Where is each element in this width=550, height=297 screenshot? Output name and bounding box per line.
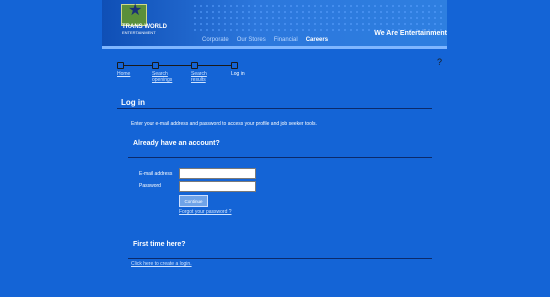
- email-field[interactable]: [179, 168, 256, 179]
- title-divider: [117, 108, 432, 109]
- progress-steps: Home Search openings Search results Log …: [117, 62, 277, 92]
- step-home[interactable]: Home: [117, 62, 130, 77]
- first-time-heading: First time here?: [133, 241, 186, 248]
- steps-line: [120, 65, 238, 66]
- nav-our-stores[interactable]: Our Stores: [237, 37, 266, 43]
- page-indicator: ?: [437, 57, 443, 67]
- password-label: Password: [139, 183, 161, 189]
- step-label[interactable]: Search openings: [152, 71, 176, 83]
- create-login-link[interactable]: Click here to create a login.: [131, 261, 192, 267]
- step-label[interactable]: Home: [117, 71, 130, 77]
- intro-text: Enter your e-mail address and password t…: [131, 121, 317, 127]
- star-icon: ★: [128, 2, 143, 19]
- step-marker: [117, 62, 124, 69]
- step-label: Log in: [231, 71, 245, 77]
- password-field[interactable]: [179, 181, 256, 192]
- forgot-password-link[interactable]: Forgot your password ?: [179, 209, 232, 215]
- nav-careers[interactable]: Careers: [306, 37, 328, 43]
- step-search-openings[interactable]: Search openings: [152, 62, 176, 83]
- email-label: E-mail address: [139, 171, 173, 177]
- tagline: We Are Entertainment: [374, 30, 447, 37]
- page-title: Log in: [121, 98, 145, 107]
- login-heading: Already have an account?: [133, 140, 220, 147]
- site-header: ★ TRANS WORLD ENTERTAINMENT Corporate Ou…: [102, 0, 447, 49]
- step-label[interactable]: Search results: [191, 71, 213, 83]
- header-pattern: [192, 3, 442, 33]
- nav-corporate[interactable]: Corporate: [202, 37, 229, 43]
- first-time-divider: [128, 258, 432, 259]
- step-marker: [191, 62, 198, 69]
- brand-sub: ENTERTAINMENT: [122, 30, 156, 35]
- step-marker: [231, 62, 238, 69]
- nav-financial[interactable]: Financial: [274, 37, 298, 43]
- step-marker: [152, 62, 159, 69]
- step-search-results[interactable]: Search results: [191, 62, 213, 83]
- login-divider: [128, 157, 432, 158]
- brand-logo[interactable]: TRANS WORLD ENTERTAINMENT: [122, 24, 172, 36]
- top-nav: Corporate Our Stores Financial Careers: [202, 37, 328, 43]
- continue-button[interactable]: Continue: [179, 195, 208, 207]
- step-log-in: Log in: [231, 62, 245, 77]
